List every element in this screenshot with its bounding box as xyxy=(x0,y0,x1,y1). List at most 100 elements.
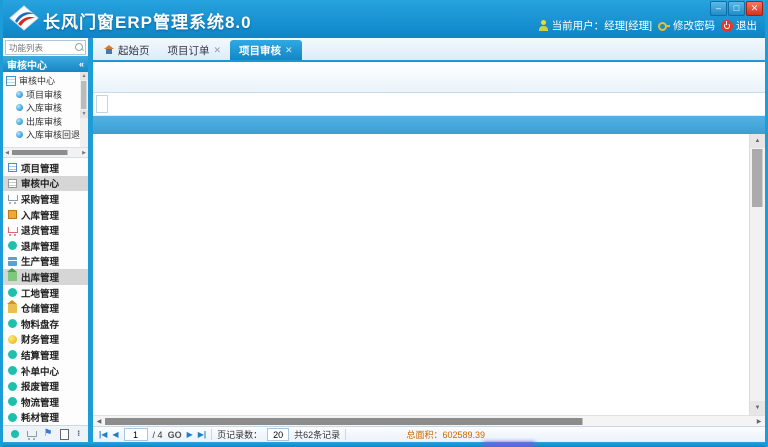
go-button[interactable]: GO xyxy=(168,430,182,440)
sidebar-item-6[interactable]: 生产管理 xyxy=(3,254,88,270)
scroll-thumb[interactable] xyxy=(12,150,68,155)
user-bar: 当前用户：经理[经理] 修改密码 退出 xyxy=(538,18,757,33)
scroll-thumb[interactable] xyxy=(81,81,87,109)
tree-item-3[interactable]: 入库审核回退 xyxy=(6,128,80,142)
sidebar-item-9[interactable]: 仓储管理 xyxy=(3,300,88,316)
scroll-thumb[interactable] xyxy=(752,149,763,207)
scroll-left-icon[interactable]: ◀ xyxy=(93,418,105,425)
maximize-button[interactable]: □ xyxy=(728,1,745,16)
sidebar-item-8[interactable]: 工地管理 xyxy=(3,285,88,301)
sidebar-item-label: 仓储管理 xyxy=(21,301,59,315)
scroll-left-icon[interactable]: ◀ xyxy=(3,150,11,156)
tree-item-label: 入库审核 xyxy=(26,101,62,114)
tree-item-label: 入库审核回退 xyxy=(26,128,80,141)
tab-项目订单[interactable]: 项目订单✕ xyxy=(159,40,231,60)
orders-grid: ▲ ▼ xyxy=(93,116,765,415)
scroll-up-icon[interactable]: ▲ xyxy=(750,134,765,148)
sidebar-item-label: 物流管理 xyxy=(21,395,59,409)
tree-item-2[interactable]: 出库审核 xyxy=(6,115,80,129)
sidebar-footer-toolbar: ⚑ ⁝ xyxy=(3,425,88,442)
sidebar-item-15[interactable]: 物流管理 xyxy=(3,394,88,410)
minimize-button[interactable]: – xyxy=(710,1,727,16)
page-count-label: / 4 xyxy=(153,430,163,440)
grid-vertical-scrollbar[interactable]: ▲ ▼ xyxy=(749,134,765,415)
current-user-label: 当前用户：经理[经理] xyxy=(552,18,652,33)
close-button[interactable]: ✕ xyxy=(746,1,763,16)
sidebar-item-7[interactable]: 出库管理 xyxy=(3,269,88,285)
sidebar-item-label: 项目管理 xyxy=(21,161,59,175)
sidebar-panel-header: 审核中心 « xyxy=(3,56,88,72)
tree-node-dot-icon xyxy=(16,91,23,98)
logout-button[interactable]: 退出 xyxy=(721,18,757,33)
dot-icon xyxy=(8,319,17,328)
sidebar-item-1[interactable]: 审核中心 xyxy=(3,176,88,192)
change-password-button[interactable]: 修改密码 xyxy=(658,18,715,33)
tab-起始页[interactable]: 起始页 xyxy=(95,40,159,60)
cart-icon[interactable] xyxy=(27,430,36,439)
sidebar: 审核中心 « 审核中心 项目审核入库审核出库审核入库审核回退 ▲ ▼ ◀ ▶ xyxy=(3,38,93,442)
divider xyxy=(345,429,346,440)
tab-close-icon[interactable]: ✕ xyxy=(285,45,293,56)
app-logo-icon xyxy=(9,5,39,31)
sidebar-item-14[interactable]: 报废管理 xyxy=(3,378,88,394)
tree-vertical-scrollbar[interactable]: ▲ ▼ xyxy=(80,72,88,147)
sidebar-item-13[interactable]: 补单中心 xyxy=(3,363,88,379)
dot-icon xyxy=(8,382,17,391)
sidebar-item-3[interactable]: 入库管理 xyxy=(3,207,88,223)
sidebar-item-label: 补单中心 xyxy=(21,364,59,378)
cart-red-icon xyxy=(8,226,17,235)
scroll-right-icon[interactable]: ▶ xyxy=(753,418,765,425)
sidebar-item-10[interactable]: 物料盘存 xyxy=(3,316,88,332)
tree-root-audit-center[interactable]: 审核中心 xyxy=(6,74,80,88)
status-filter-group xyxy=(96,95,108,113)
scroll-thumb[interactable] xyxy=(105,418,583,425)
first-page-button[interactable]: |◀ xyxy=(99,430,107,439)
more-icon[interactable]: ⁝ xyxy=(77,429,80,439)
filter-bar xyxy=(93,93,765,116)
tree-node-dot-icon xyxy=(16,118,23,125)
document-icon xyxy=(6,76,16,86)
sidebar-item-2[interactable]: 采购管理 xyxy=(3,191,88,207)
sidebar-item-16[interactable]: 耗材管理 xyxy=(3,410,88,426)
scroll-right-icon[interactable]: ▶ xyxy=(80,150,88,156)
sidebar-item-12[interactable]: 结算管理 xyxy=(3,347,88,363)
sidebar-item-label: 工地管理 xyxy=(21,286,59,300)
app-window: 长风门窗ERP管理系统8.0 – □ ✕ 当前用户：经理[经理] 修改密码 退出 xyxy=(0,0,768,447)
prev-page-button[interactable]: ◀ xyxy=(112,430,118,439)
grid-horizontal-scrollbar[interactable]: ◀ ▶ xyxy=(93,415,765,426)
next-page-button[interactable]: ▶ xyxy=(187,430,193,439)
document-icon[interactable] xyxy=(60,429,69,440)
main-content: 起始页项目订单✕项目审核✕ ▲ ▼ ◀ ▶ xyxy=(93,38,765,442)
tab-label: 起始页 xyxy=(118,43,150,58)
collapse-panel-icon[interactable]: « xyxy=(79,59,84,69)
user-icon xyxy=(538,20,549,31)
last-page-button[interactable]: ▶| xyxy=(198,430,206,439)
search-icon xyxy=(75,43,83,51)
page-size-input[interactable] xyxy=(267,428,289,441)
sidebar-item-5[interactable]: 退库管理 xyxy=(3,238,88,254)
tab-项目审核[interactable]: 项目审核✕ xyxy=(230,40,302,60)
sidebar-item-11[interactable]: 财务管理 xyxy=(3,332,88,348)
sidebar-item-label: 出库管理 xyxy=(21,270,59,284)
flag-icon[interactable]: ⚑ xyxy=(43,429,52,439)
tab-close-icon[interactable]: ✕ xyxy=(214,45,222,56)
scroll-up-icon[interactable]: ▲ xyxy=(80,72,88,80)
tree-root-label: 审核中心 xyxy=(19,74,55,87)
grid-header-row xyxy=(93,116,765,134)
function-search-input[interactable] xyxy=(6,43,85,53)
tree-item-1[interactable]: 入库审核 xyxy=(6,101,80,115)
sidebar-item-label: 退货管理 xyxy=(21,223,59,237)
sidebar-item-label: 生产管理 xyxy=(21,254,59,268)
sidebar-menu: 项目管理审核中心采购管理入库管理退货管理退库管理生产管理出库管理工地管理仓储管理… xyxy=(3,158,88,425)
coin-icon xyxy=(8,335,17,344)
scroll-down-icon[interactable]: ▼ xyxy=(750,401,765,415)
tree-horizontal-scrollbar[interactable]: ◀ ▶ xyxy=(3,148,88,158)
tree-item-0[interactable]: 项目审核 xyxy=(6,88,80,102)
tree-item-label: 项目审核 xyxy=(26,88,62,101)
page-number-input[interactable] xyxy=(124,428,148,441)
tab-bar: 起始页项目订单✕项目审核✕ xyxy=(93,38,765,62)
module-dot-icon[interactable] xyxy=(11,430,19,438)
sidebar-item-0[interactable]: 项目管理 xyxy=(3,160,88,176)
scroll-down-icon[interactable]: ▼ xyxy=(80,110,88,118)
sidebar-item-4[interactable]: 退货管理 xyxy=(3,222,88,238)
